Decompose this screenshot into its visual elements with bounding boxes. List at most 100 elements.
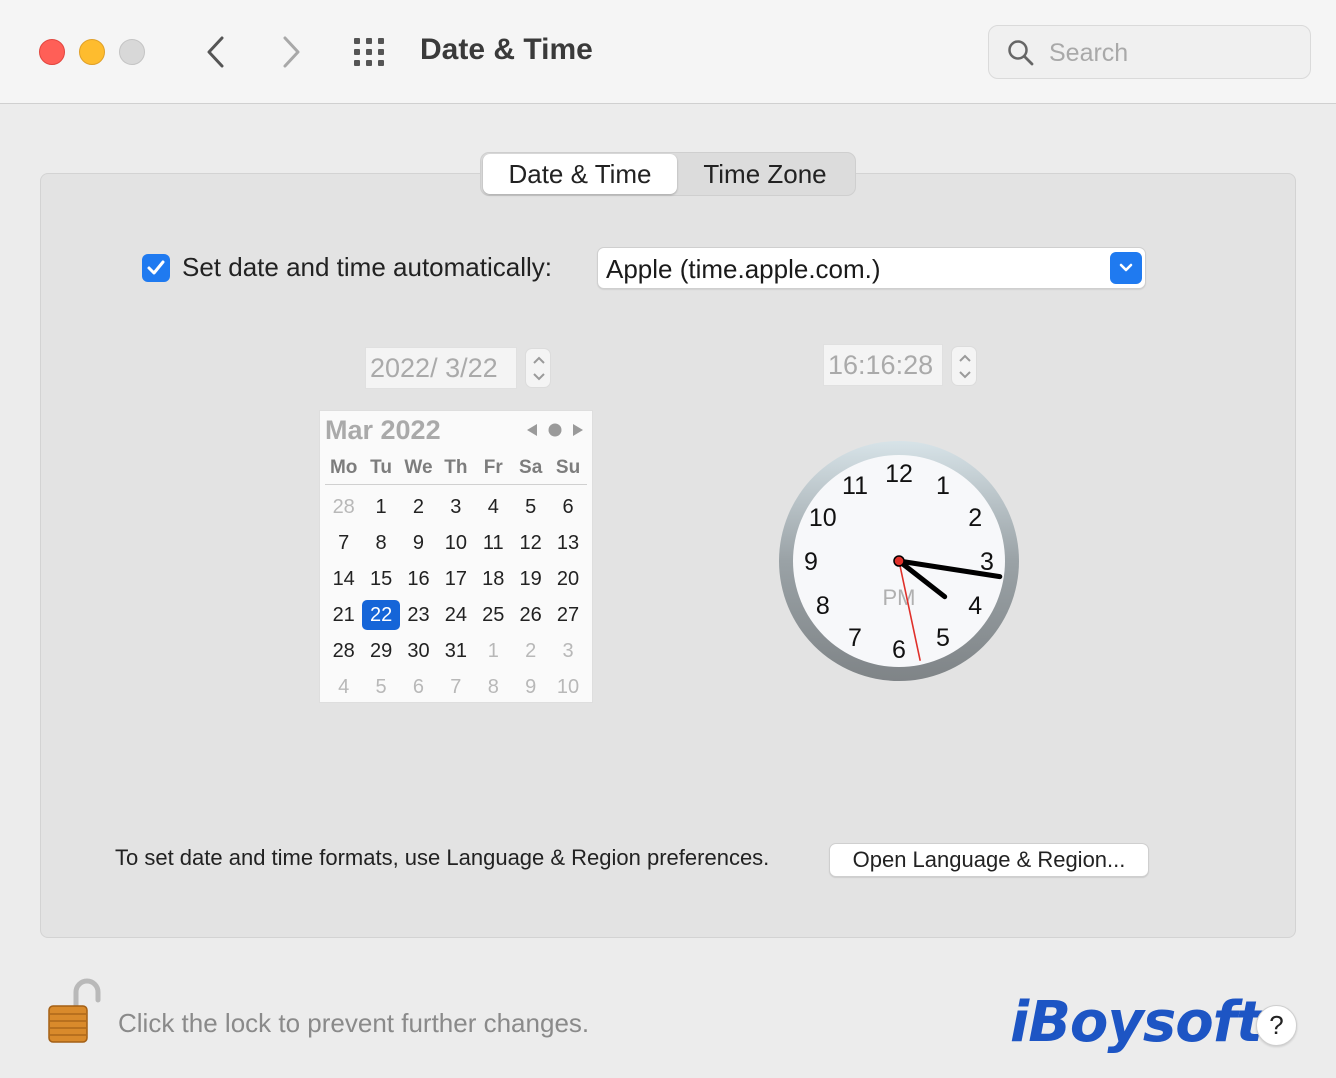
clock-ampm: PM — [883, 585, 916, 610]
calendar-day[interactable]: 13 — [549, 528, 586, 558]
weekday-label: Sa — [519, 457, 543, 478]
analog-clock: 12 1234567891011 PM — [779, 441, 1019, 681]
weekday-label: Th — [444, 457, 468, 478]
calendar-day[interactable]: 19 — [512, 564, 549, 594]
calendar-day[interactable]: 14 — [325, 564, 362, 594]
calendar-month-title: Mar 2022 — [325, 415, 441, 445]
date-field[interactable]: 2022/ 3/22 — [365, 347, 517, 389]
calendar-day[interactable]: 28 — [325, 636, 362, 666]
calendar-day[interactable]: 2 — [400, 492, 437, 522]
calendar-day[interactable]: 4 — [325, 672, 362, 702]
auto-time-checkbox[interactable] — [142, 253, 170, 282]
calendar-week-row: 4 5 6 7 8 9 10 — [325, 669, 587, 705]
calendar-day[interactable]: 27 — [549, 600, 586, 630]
calendar-day[interactable]: 30 — [400, 636, 437, 666]
calendar-week-row: 28 29 30 31 1 2 3 — [325, 633, 587, 669]
calendar-day-selected[interactable]: 22 — [362, 600, 400, 630]
checkmark-icon — [147, 260, 165, 274]
calendar-day[interactable]: 23 — [400, 600, 437, 630]
clock-number: 4 — [968, 592, 982, 620]
search-input[interactable] — [1049, 36, 1289, 70]
auto-time-label: Set date and time automatically: — [182, 252, 552, 282]
calendar-day[interactable]: 24 — [437, 600, 474, 630]
help-button[interactable]: ? — [1256, 1005, 1297, 1046]
title-bar: Date & Time — [0, 0, 1336, 104]
calendar-day[interactable]: 3 — [549, 636, 586, 666]
clock-number: 11 — [842, 472, 868, 500]
unlocked-lock-icon[interactable] — [46, 978, 102, 1044]
calendar-day[interactable]: 11 — [475, 528, 512, 558]
show-all-grid-icon[interactable] — [352, 36, 392, 68]
calendar-day-grid: 28 1 2 3 4 5 6 7 8 9 10 11 12 13 14 15 16 17 18 19 20 21 22 23 2… — [325, 489, 587, 705]
calendar-day[interactable]: 26 — [512, 600, 549, 630]
calendar-day[interactable]: 10 — [437, 528, 474, 558]
stepper-up-icon[interactable] — [958, 353, 972, 363]
zoom-window-button[interactable] — [119, 39, 145, 65]
calendar-day[interactable]: 1 — [362, 492, 399, 522]
calendar-day[interactable]: 10 — [549, 672, 586, 702]
calendar-day[interactable]: 5 — [512, 492, 549, 522]
forward-button[interactable] — [271, 32, 311, 72]
clock-number: 12 — [885, 460, 913, 488]
calendar-day[interactable]: 6 — [549, 492, 586, 522]
calendar-day[interactable]: 17 — [437, 564, 474, 594]
weekday-label: We — [404, 457, 433, 478]
time-field[interactable]: 16:16:28 — [823, 344, 943, 386]
window-title: Date & Time — [420, 33, 593, 66]
stepper-up-icon[interactable] — [532, 355, 546, 365]
next-month-icon[interactable] — [572, 423, 584, 437]
dropdown-chevron-icon — [1110, 252, 1142, 284]
today-dot-icon[interactable] — [548, 423, 562, 437]
calendar-day[interactable]: 7 — [325, 528, 362, 558]
calendar-day[interactable]: 31 — [437, 636, 474, 666]
time-server-value: Apple (time.apple.com.) — [606, 254, 881, 284]
search-field[interactable] — [988, 25, 1311, 79]
preferences-window: Date & Time Date & Time Time Zone Set da… — [0, 0, 1336, 1078]
calendar-day[interactable]: 18 — [475, 564, 512, 594]
previous-month-icon[interactable] — [526, 423, 538, 437]
chevron-right-icon — [283, 36, 300, 68]
auto-time-row: Set date and time automatically: — [142, 252, 552, 283]
calendar-week-row: 7 8 9 10 11 12 13 — [325, 525, 587, 561]
back-button[interactable] — [196, 32, 236, 72]
minimize-window-button[interactable] — [79, 39, 105, 65]
calendar-day[interactable]: 3 — [437, 492, 474, 522]
calendar-day[interactable]: 29 — [362, 636, 399, 666]
clock-number: 9 — [804, 548, 818, 576]
chevron-left-icon — [207, 36, 224, 68]
calendar-day[interactable]: 8 — [362, 528, 399, 558]
calendar-day[interactable]: 21 — [325, 600, 362, 630]
calendar-day[interactable]: 5 — [362, 672, 399, 702]
calendar-week-row: 28 1 2 3 4 5 6 — [325, 489, 587, 525]
search-icon — [1008, 40, 1034, 66]
clock-number: 8 — [816, 592, 830, 620]
calendar-day[interactable]: 12 — [512, 528, 549, 558]
time-stepper[interactable] — [951, 346, 977, 386]
tab-time-zone[interactable]: Time Zone — [677, 154, 853, 194]
tab-bar: Date & Time Time Zone — [480, 152, 856, 196]
calendar: Mar 2022 Mo Tu We Th Fr Sa Su 28 1 2 3 4 5 6 7 8… — [319, 410, 593, 703]
calendar-day[interactable]: 7 — [437, 672, 474, 702]
calendar-day[interactable]: 9 — [512, 672, 549, 702]
calendar-day[interactable]: 2 — [512, 636, 549, 666]
open-language-region-button[interactable]: Open Language & Region... — [829, 843, 1149, 877]
stepper-down-icon[interactable] — [532, 372, 546, 382]
clock-number: 7 — [848, 624, 862, 652]
clock-number: 2 — [968, 504, 982, 532]
time-server-select[interactable]: Apple (time.apple.com.) — [597, 247, 1146, 289]
calendar-day[interactable]: 16 — [400, 564, 437, 594]
calendar-day[interactable]: 4 — [475, 492, 512, 522]
calendar-day[interactable]: 20 — [549, 564, 586, 594]
stepper-down-icon[interactable] — [958, 370, 972, 380]
calendar-day[interactable]: 28 — [325, 492, 362, 522]
calendar-day[interactable]: 25 — [475, 600, 512, 630]
tab-date-time[interactable]: Date & Time — [483, 154, 677, 194]
date-stepper[interactable] — [525, 348, 551, 388]
calendar-day[interactable]: 9 — [400, 528, 437, 558]
lock-hint-text: Click the lock to prevent further change… — [118, 1008, 590, 1038]
calendar-day[interactable]: 8 — [475, 672, 512, 702]
calendar-day[interactable]: 1 — [475, 636, 512, 666]
calendar-day[interactable]: 6 — [400, 672, 437, 702]
close-window-button[interactable] — [39, 39, 65, 65]
calendar-day[interactable]: 15 — [362, 564, 399, 594]
